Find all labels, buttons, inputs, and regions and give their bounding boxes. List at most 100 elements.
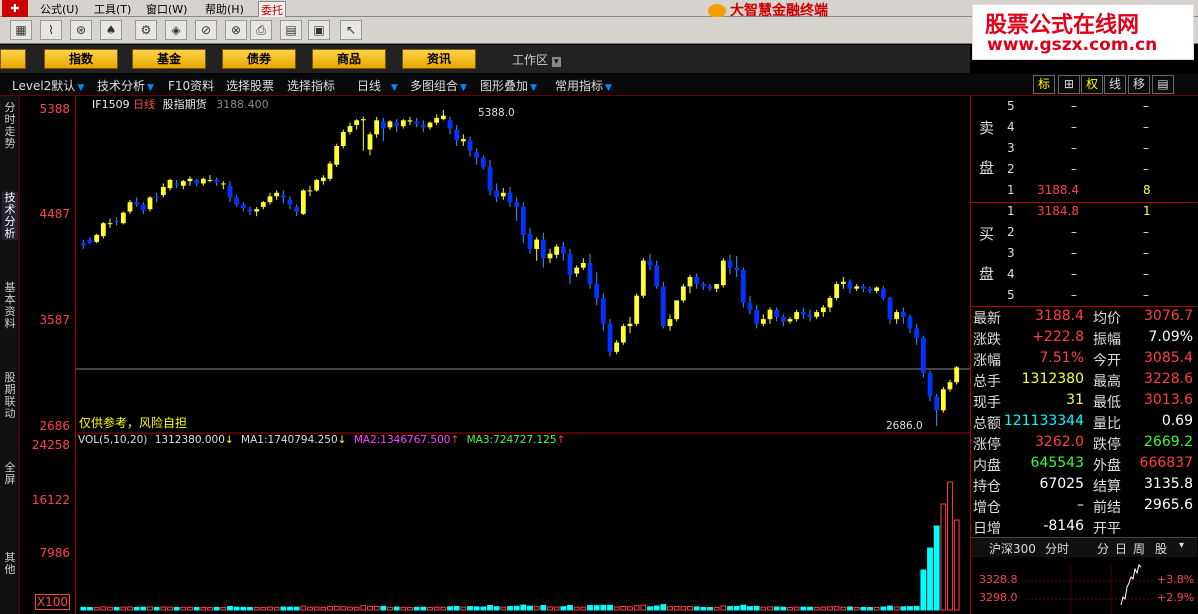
sell-label-top: 卖 [979, 119, 995, 137]
workspace-menu[interactable]: 工作区 ▾ [512, 51, 561, 68]
quick-button-prev[interactable] [0, 49, 26, 69]
candle-body [540, 239, 546, 259]
index-name[interactable]: 沪深300 [989, 540, 1036, 557]
left-tab-other[interactable]: 其他 [2, 552, 18, 576]
crosshair-icon[interactable]: ⊞ [1058, 75, 1080, 94]
diamond-icon[interactable]: ◈ [165, 20, 187, 40]
quick-button-fund[interactable]: 基金 [132, 49, 206, 69]
binoculars-icon[interactable]: ⊛ [70, 20, 92, 40]
level-price: – [1071, 120, 1077, 134]
buy-level-3[interactable]: 3 – – [1007, 246, 1197, 267]
tab-move[interactable]: 移 [1128, 75, 1150, 94]
tab-daily[interactable]: 日线 ▼ [357, 77, 398, 94]
layout-icon[interactable]: ▤ [1152, 75, 1174, 94]
tab-level2[interactable]: Level2默认 ▼ [12, 77, 84, 94]
ma3-label: MA3: [466, 434, 494, 446]
history-icon[interactable]: ⊗ [225, 20, 247, 40]
buy-level-4[interactable]: 4 – – [1007, 267, 1197, 288]
index-mode[interactable]: 分时 [1045, 540, 1069, 557]
volume-bar [267, 606, 273, 611]
settings-icon[interactable]: ⚙ [135, 20, 157, 40]
tab-common-indicators[interactable]: 常用指标 ▼ [555, 77, 612, 94]
volume-bar [320, 606, 327, 611]
volume-bar [733, 606, 740, 611]
candle-body [654, 265, 660, 287]
left-tab-fundamentals[interactable]: 基本资料 [2, 282, 18, 330]
index-tab-minute[interactable]: 分 [1097, 540, 1109, 557]
volume-bar [80, 606, 87, 611]
sell-level-3[interactable]: 3 – – [1007, 141, 1197, 162]
index-tab-week[interactable]: 周 [1133, 540, 1145, 557]
menu-formula[interactable]: 公式(U) [40, 1, 79, 17]
tab-mark[interactable]: 标 [1033, 75, 1055, 94]
volume-bar [567, 605, 573, 611]
quick-button-bond[interactable]: 债券 [222, 49, 296, 69]
tab-multi-chart[interactable]: 多图组合 ▼ [410, 77, 467, 94]
buy-label-top: 买 [979, 225, 995, 243]
volume-bar [640, 604, 647, 611]
tab-line[interactable]: 线 [1104, 75, 1126, 94]
left-tab-technical[interactable]: 技术分析 [2, 192, 18, 240]
index-tab-day[interactable]: 日 [1115, 540, 1127, 557]
candle-body [140, 204, 146, 211]
candle-body [907, 316, 913, 329]
kline-chart[interactable]: IF1509 日线 股指期货 3188.400 5388.0 2686.0 仅供… [76, 96, 970, 614]
candle-body [514, 202, 520, 207]
left-tab-intraday[interactable]: 分时走势 [2, 102, 18, 150]
volume-bar [413, 606, 420, 611]
level-price: – [1071, 288, 1077, 302]
tab-overlay[interactable]: 图形叠加 ▼ [480, 77, 537, 94]
volume-bar [380, 605, 387, 611]
chart-icon[interactable]: ▦ [10, 20, 32, 40]
quote-label: 涨幅 [973, 353, 1001, 369]
volume-bar [100, 606, 107, 611]
trend-icon[interactable]: ⌇ [40, 20, 62, 40]
sell-level-2[interactable]: 2 – – [1007, 162, 1197, 183]
favorite-icon[interactable]: ⊘ [195, 20, 217, 40]
help-cursor-icon[interactable]: ↖ [340, 20, 362, 40]
tab-label: 图形叠加 [480, 79, 529, 93]
quick-button-index[interactable]: 指数 [44, 49, 118, 69]
tab-f10[interactable]: F10资料 [168, 77, 214, 94]
volume-bar [333, 605, 340, 611]
vol-tick-label: 7986 [39, 546, 70, 560]
app-logo-icon[interactable]: ✚ [2, 0, 28, 17]
buy-level-1[interactable]: 1 3184.8 1 [1007, 204, 1197, 225]
volume-bar [487, 605, 493, 611]
sell-level-5[interactable]: 5 – – [1007, 99, 1197, 120]
quick-button-news[interactable]: 资讯 [402, 49, 476, 69]
buy-level-2[interactable]: 2 – – [1007, 225, 1197, 246]
sell-label-bottom: 盘 [979, 159, 995, 177]
function-tab-bar: Level2默认 ▼ 技术分析 ▼ F10资料 选择股票 选择指标 日线 ▼ 多图组合… [0, 74, 1198, 96]
level-price: – [1071, 225, 1077, 239]
quick-button-commodity[interactable]: 商品 [312, 49, 386, 69]
volume-bar [840, 606, 847, 611]
layout-icon[interactable]: ▣ [308, 20, 330, 40]
window-icon[interactable]: ▤ [280, 20, 302, 40]
menu-window[interactable]: 窗口(W) [146, 1, 187, 17]
tab-select-stock[interactable]: 选择股票 [226, 77, 274, 94]
candle-body [454, 129, 460, 141]
candle-body [274, 192, 280, 197]
tab-technical[interactable]: 技术分析 ▼ [97, 77, 154, 94]
tab-rights[interactable]: 权 [1081, 75, 1103, 94]
sell-level-4[interactable]: 4 – – [1007, 120, 1197, 141]
volume-bar [173, 606, 180, 611]
candle-body [567, 253, 573, 275]
left-tab-fullscreen[interactable]: 全屏 [2, 462, 18, 486]
alarm-icon[interactable]: ♠ [100, 20, 122, 40]
tab-select-indicator[interactable]: 选择指标 [287, 77, 335, 94]
sell-level-1[interactable]: 1 3188.4 8 [1007, 183, 1197, 204]
quote-label: 振幅 [1093, 332, 1121, 348]
menu-tools[interactable]: 工具(T) [94, 1, 131, 17]
left-tab-linkage[interactable]: 股期联动 [2, 372, 18, 420]
candle-body [854, 286, 860, 289]
print-icon[interactable]: ⎙ [250, 20, 272, 40]
candle-body [647, 260, 653, 266]
candle-body [500, 192, 506, 197]
menu-help[interactable]: 帮助(H) [205, 1, 244, 17]
vol-tick-label: 16122 [31, 493, 70, 507]
chevron-down-icon[interactable]: ▾ [1179, 540, 1184, 551]
candle-body [674, 300, 680, 320]
index-tab-stock[interactable]: 股 [1155, 540, 1167, 557]
